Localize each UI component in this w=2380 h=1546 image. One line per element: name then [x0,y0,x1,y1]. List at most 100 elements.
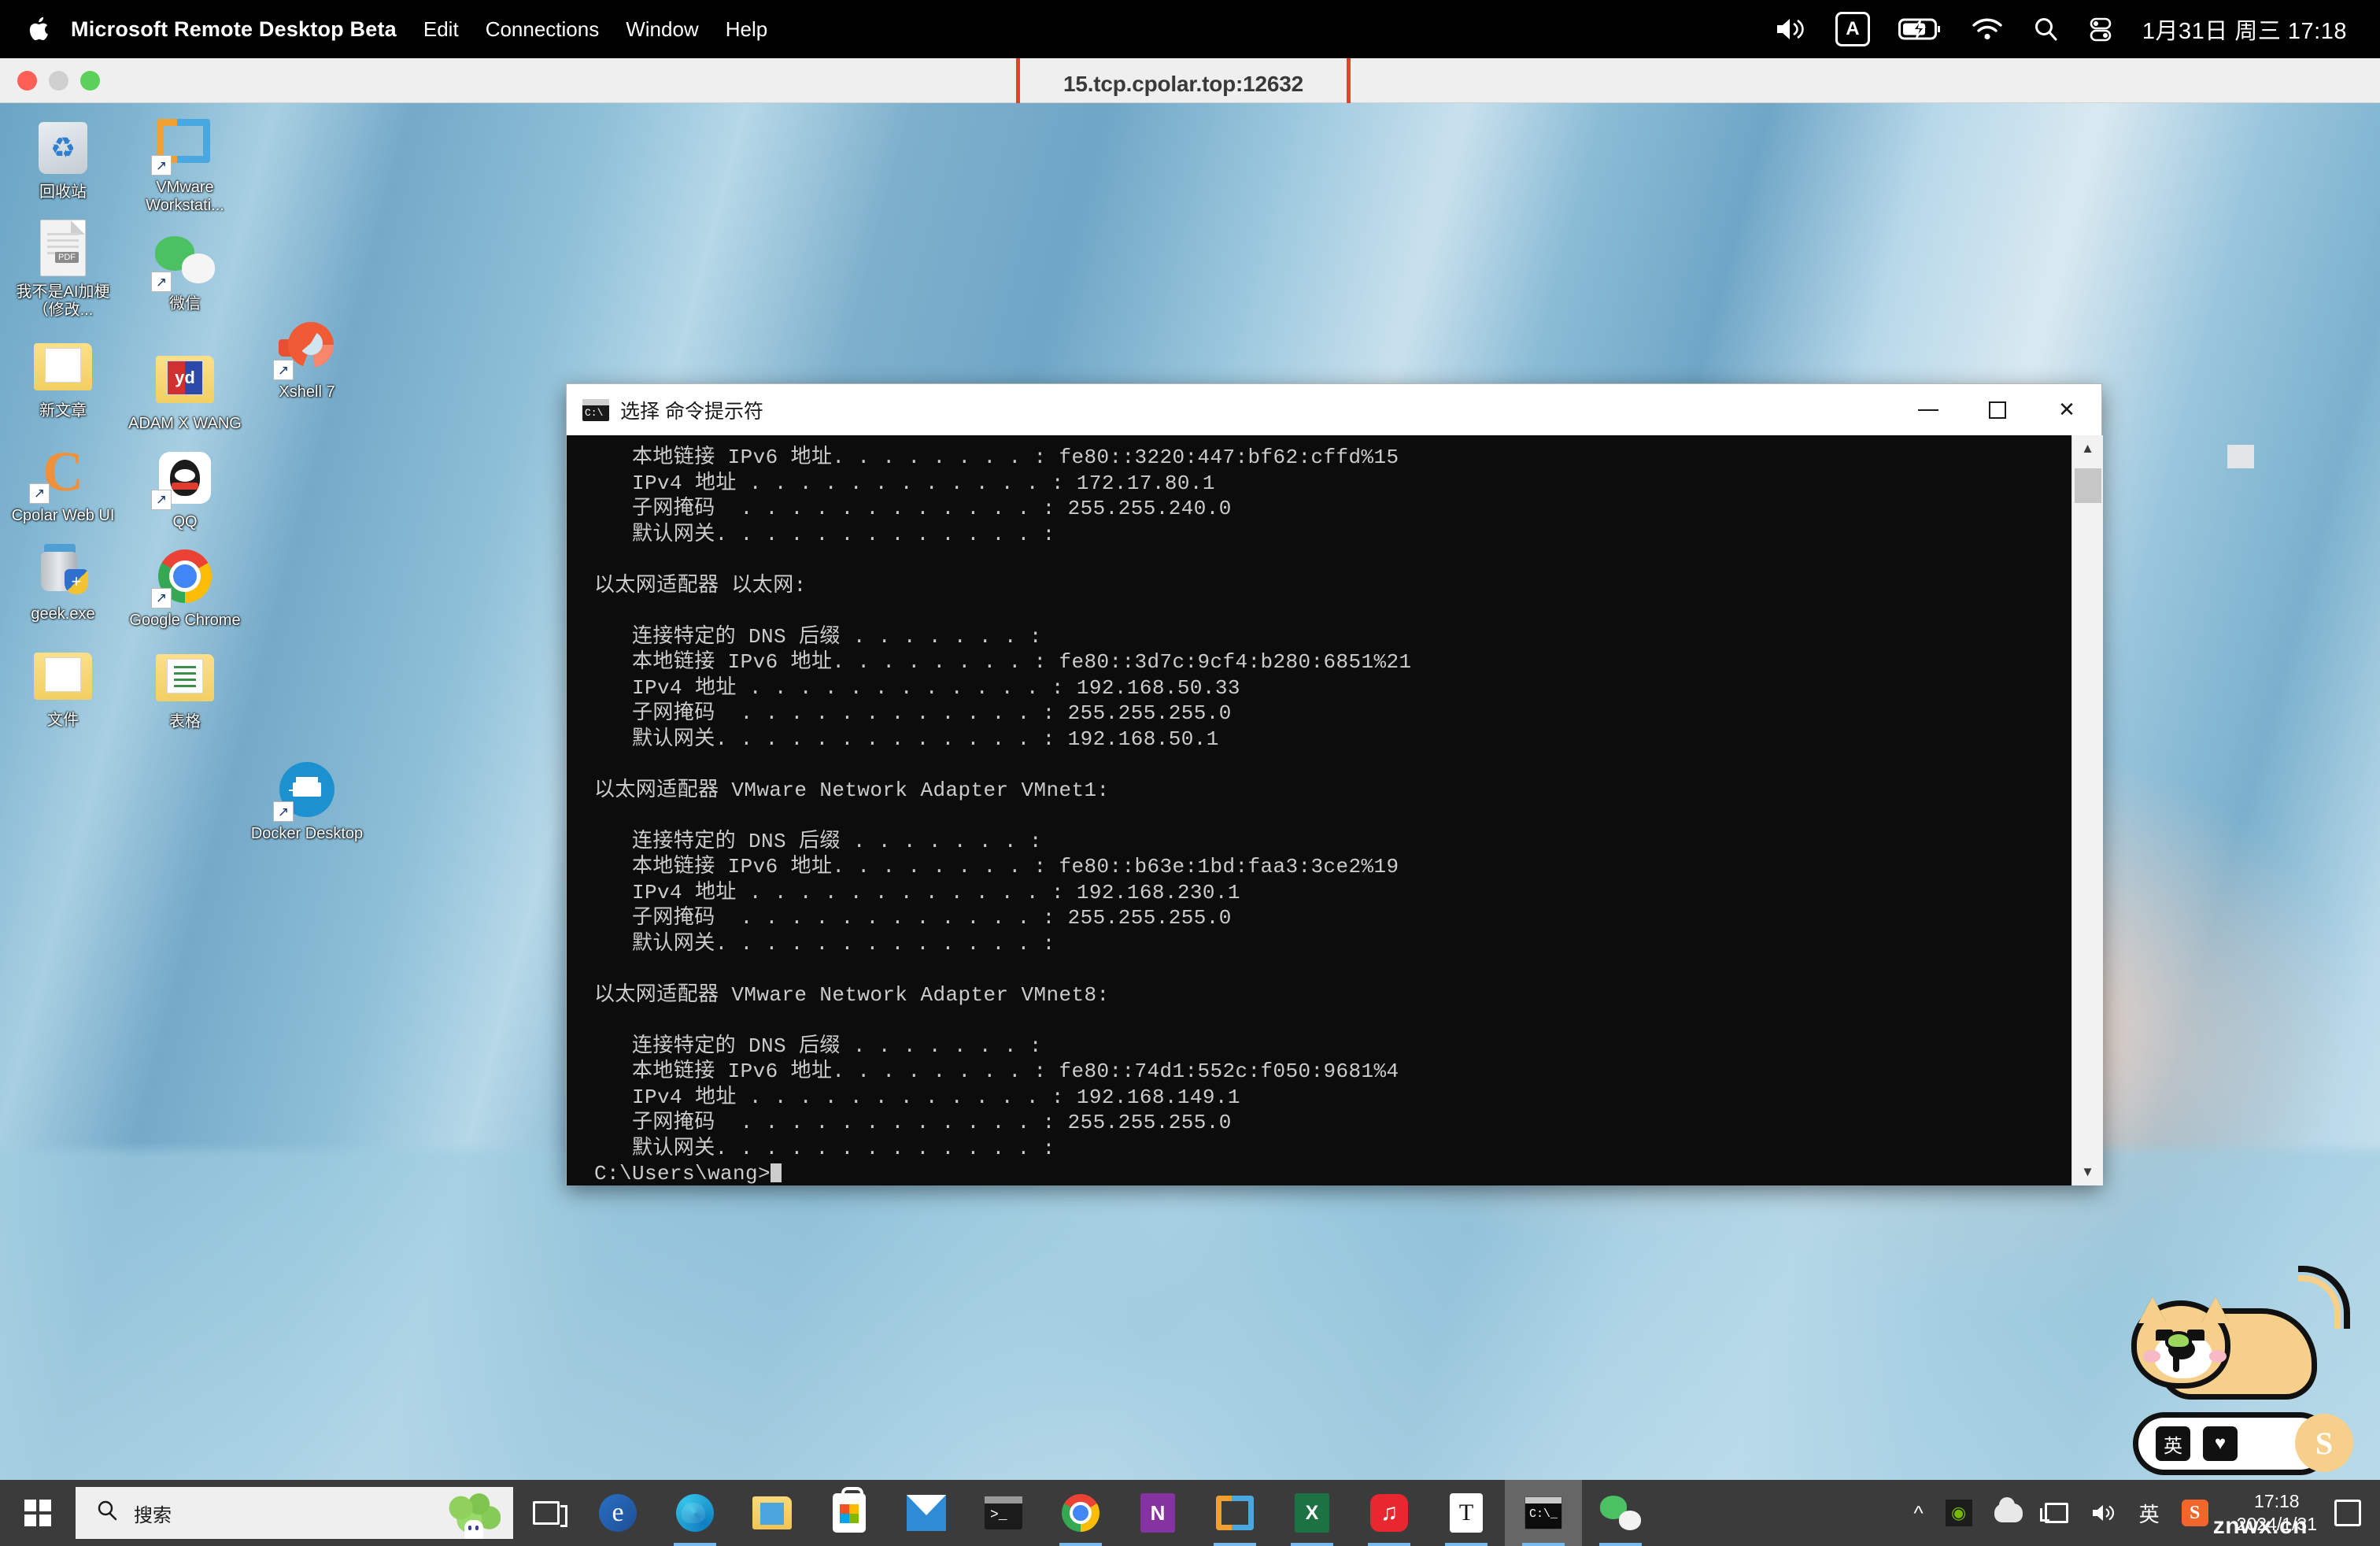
sogou-input-floating-bar[interactable]: 英 ♥ S [2105,1244,2364,1480]
scrollbar-thumb[interactable] [2075,468,2101,503]
folder-spreadsheet-icon [153,645,217,710]
desktop-icon-geek-exe[interactable]: geek.exe [0,538,126,623]
taskbar-app-mail[interactable] [888,1480,965,1546]
mac-menu-window[interactable]: Window [626,17,698,42]
qq-icon: ↗ [151,446,217,510]
desktop-icon-column-2: ↗ VMware Workstati... ↗ 微信 ADAM X WANG [122,111,248,744]
taskbar-search-input[interactable]: 搜索 [76,1487,513,1539]
task-view-icon[interactable] [513,1480,579,1546]
input-source-icon[interactable]: A [1835,12,1870,46]
desktop-icon-adam-x-wang[interactable]: ADAM X WANG [122,347,248,433]
desktop-icon-label: ADAM X WANG [128,414,242,432]
pet-blush-right [2209,1350,2227,1363]
nvidia-icon[interactable]: ◉ [1935,1500,1983,1526]
taskbar-app-vmware-workstation[interactable] [1196,1480,1273,1546]
desktop-icon-label: Google Chrome [129,611,241,629]
spotlight-search-icon[interactable] [2032,16,2059,43]
taskbar-app-onenote[interactable]: N [1119,1480,1196,1546]
taskbar-app-wechat[interactable] [1582,1480,1659,1546]
remote-desktop-window: 15.tcp.cpolar.top:12632 回收站 PDF 我不是AI加梗（… [0,58,2380,1546]
desktop-icon-files[interactable]: 文件 [0,644,126,730]
maximize-icon[interactable] [1963,384,2032,435]
shortcut-arrow-icon: ↗ [151,587,172,608]
taskbar-app-typora[interactable]: T [1428,1480,1505,1546]
taskbar-app-file-explorer[interactable] [734,1480,811,1546]
wifi-icon[interactable] [1971,17,2004,42]
desktop-icon-docker-desktop[interactable]: ↗ Docker Desktop [244,757,370,843]
shortcut-arrow-icon: ↗ [151,155,172,176]
mac-menu-edit[interactable]: Edit [423,17,459,42]
search-icon [96,1500,118,1527]
desktop-icon-new-article[interactable]: 新文章 [0,335,126,420]
cmd-titlebar[interactable]: 选择 命令提示符 ✕ [567,384,2101,435]
desktop-icon-label: 微信 [169,295,201,313]
taskbar-app-command-prompt[interactable] [1505,1480,1582,1546]
close-icon[interactable]: ✕ [2032,384,2101,435]
desktop-icon-google-chrome[interactable]: ↗ Google Chrome [122,544,248,630]
taskbar-system-tray: ^ ◉ 英 S 17:18 2024/1/31 [1902,1480,2380,1546]
zoom-button[interactable] [80,70,100,91]
cmd-console-icon [582,398,609,421]
cmd-body[interactable]: 本地链接 IPv6 地址. . . . . . . . : fe80::3220… [567,435,2254,1185]
mac-app-title[interactable]: Microsoft Remote Desktop Beta [71,17,397,42]
minimize-button[interactable] [49,70,68,91]
ime-icon[interactable]: 英 [2128,1499,2171,1528]
desktop-icon-label: 我不是AI加梗（修改... [16,283,110,320]
minimize-icon[interactable] [1894,384,1963,435]
desktop-icon-xshell-7[interactable]: ↗ Xshell 7 [244,316,370,401]
chrome-icon: ↗ [151,544,217,608]
folder-icon [31,335,95,399]
desktop-icon-label: Cpolar Web UI [11,506,115,524]
pet-blush-left [2143,1350,2160,1363]
mac-menubar: Microsoft Remote Desktop Beta Edit Conne… [0,0,2380,58]
docker-icon: ↗ [273,757,339,823]
taskbar-app-excel[interactable]: X [1273,1480,1351,1546]
taskbar-app-windows-terminal[interactable] [965,1480,1042,1546]
cpolar-icon: C ↗ [29,439,95,504]
mac-menu-connections[interactable]: Connections [486,17,600,42]
folder-youdao-icon [153,347,217,412]
desktop-icon-document[interactable]: PDF 我不是AI加梗（修改... [0,216,126,320]
sogou-icon[interactable]: S [2171,1500,2219,1526]
chevron-up-icon[interactable]: ▲ [2072,435,2104,462]
cmd-output[interactable]: 本地链接 IPv6 地址. . . . . . . . : fe80::3220… [567,435,2071,1185]
desktop-icon-spreadsheets[interactable]: 表格 [122,645,248,731]
pet-sprout-leaf [2165,1331,2192,1350]
screenshot-watermark: znwx.cn [2212,1513,2308,1539]
mac-menu-help[interactable]: Help [726,17,767,42]
network-icon[interactable] [2034,1503,2079,1523]
sogou-logo-icon[interactable]: S [2295,1414,2353,1472]
shortcut-arrow-icon: ↗ [151,489,172,510]
taskbar-app-microsoft-edge[interactable] [656,1480,734,1546]
taskbar-app-internet-explorer[interactable]: e [579,1480,656,1546]
windows-desktop[interactable]: 回收站 PDF 我不是AI加梗（修改... 新文章 C ↗ Cpolar Web… [0,103,2380,1546]
windows-start-icon[interactable] [0,1480,76,1546]
chevron-down-icon[interactable]: ▼ [2072,1159,2104,1185]
desktop-icon-recycle-bin[interactable]: 回收站 [0,116,126,202]
ime-language-key[interactable]: 英 [2156,1426,2190,1461]
command-prompt-window[interactable]: 选择 命令提示符 ✕ 本地链接 IPv6 地址. . . . . . . . :… [566,383,2254,1185]
desktop-icon-cpolar-web-ui[interactable]: C ↗ Cpolar Web UI [0,439,126,525]
volume-icon[interactable] [2079,1501,2128,1525]
taskbar-app-microsoft-store[interactable] [811,1480,888,1546]
desktop-icon-qq[interactable]: ↗ QQ [122,446,248,531]
action-center-icon[interactable] [2334,1500,2361,1526]
control-center-icon[interactable] [2087,16,2114,43]
close-button[interactable] [17,70,37,91]
chevron-up-icon[interactable]: ^ [1902,1501,1934,1526]
shortcut-arrow-icon: ↗ [29,483,50,504]
remote-window-titlebar: 15.tcp.cpolar.top:12632 [0,58,2380,113]
volume-icon[interactable] [1774,16,1807,43]
taskbar-app-netease-music[interactable]: ♫ [1351,1480,1428,1546]
cmd-scrollbar[interactable]: ▲ ▼ [2071,435,2103,1185]
cloud-icon[interactable] [1983,1497,2034,1522]
desktop-icon-wechat[interactable]: ↗ 微信 [122,227,248,313]
apple-icon[interactable] [27,15,50,43]
pet-icon[interactable]: ♥ [2203,1426,2238,1461]
windows-taskbar: 搜索 e N X ♫ T [0,1480,2380,1546]
taskbar-app-google-chrome[interactable] [1042,1480,1119,1546]
search-bush-decoration [439,1487,505,1539]
desktop-icon-vmware-workstation[interactable]: ↗ VMware Workstati... [122,111,248,215]
battery-charging-icon[interactable] [1898,17,1942,42]
mac-clock[interactable]: 1月31日 周三 17:18 [2142,13,2347,46]
